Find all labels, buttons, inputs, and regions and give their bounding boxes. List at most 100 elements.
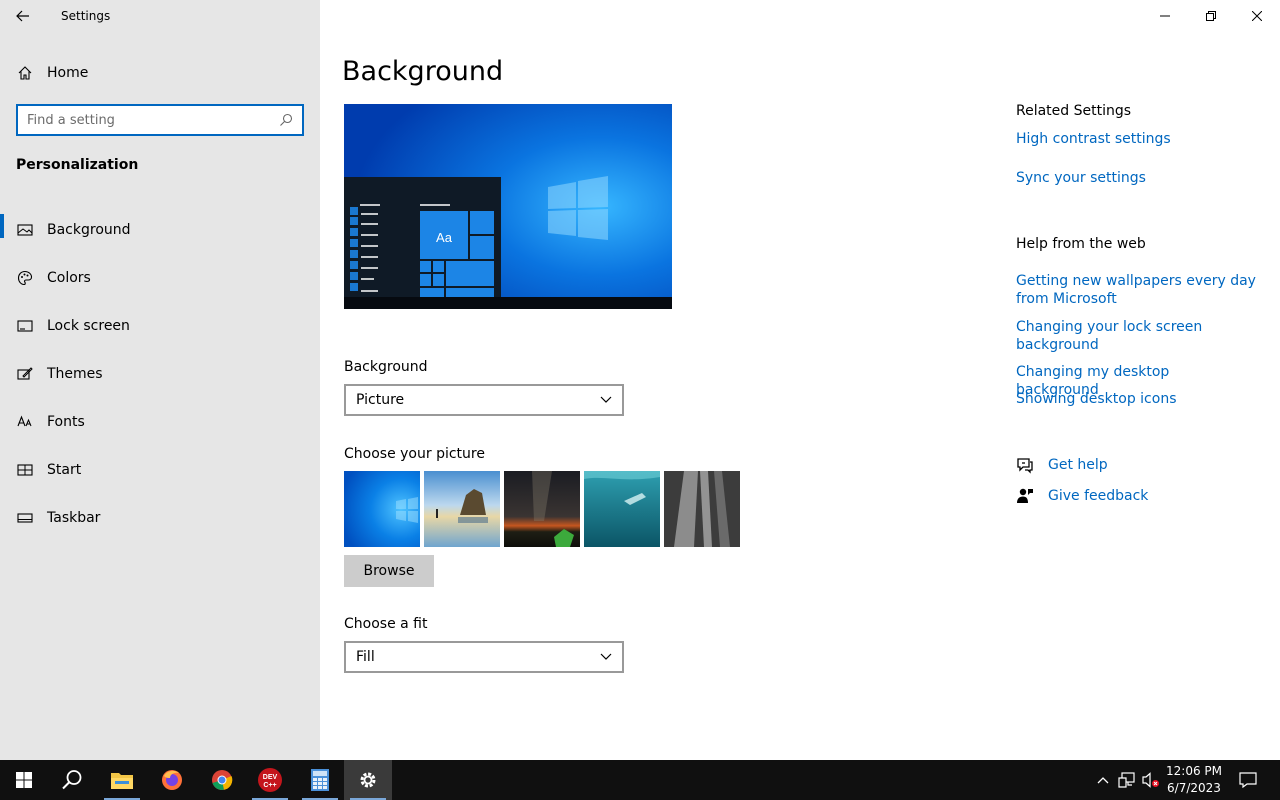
window-controls: [1142, 0, 1280, 32]
taskbar-dev-cpp[interactable]: DEV C++: [246, 760, 294, 800]
link-showing-desktop-icons[interactable]: Showing desktop icons: [1016, 390, 1256, 408]
network-tray-button[interactable]: [1116, 760, 1138, 800]
fit-dropdown[interactable]: Fill: [344, 641, 624, 673]
show-hidden-icons-button[interactable]: [1092, 760, 1114, 800]
svg-text:DEV: DEV: [263, 774, 278, 781]
taskbar: DEV C++ 12:06 PM 6/7/2023: [0, 760, 1280, 800]
close-icon: [1252, 11, 1262, 21]
get-help-label: Get help: [1048, 457, 1108, 473]
volume-tray-button[interactable]: [1140, 760, 1162, 800]
sidebar: Settings Home Personalization Background…: [0, 0, 320, 760]
sidebar-item-taskbar[interactable]: Taskbar: [0, 494, 320, 542]
search-icon: [62, 770, 82, 790]
link-changing-lock-screen-background[interactable]: Changing your lock screen background: [1016, 318, 1256, 354]
link-sync-your-settings[interactable]: Sync your settings: [1016, 169, 1256, 187]
preview-sample-text: Aa: [436, 230, 453, 245]
settings-gear-icon: [360, 772, 376, 788]
minimize-icon: [1160, 15, 1170, 17]
firefox-icon: [162, 770, 182, 790]
clock-date: 6/7/2023: [1167, 781, 1221, 795]
fonts-icon: [17, 415, 32, 427]
minimize-button[interactable]: [1142, 0, 1188, 32]
sidebar-item-label: Start: [47, 462, 82, 478]
picture-icon: [17, 224, 33, 236]
give-feedback-link[interactable]: Give feedback: [1016, 487, 1148, 505]
taskbar-calculator[interactable]: [296, 760, 344, 800]
get-help-icon: [1017, 458, 1033, 474]
sidebar-item-background[interactable]: Background: [0, 206, 320, 254]
related-settings-heading: Related Settings: [1016, 103, 1132, 119]
volume-muted-icon: [1142, 772, 1159, 788]
search-box[interactable]: [16, 104, 304, 136]
taskbar-clock[interactable]: 12:06 PM 6/7/2023: [1160, 760, 1228, 800]
taskbar-search-button[interactable]: [48, 760, 96, 800]
svg-text:C++: C++: [263, 782, 276, 789]
picture-thumbnail-night-sky[interactable]: [504, 471, 580, 547]
sidebar-item-label: Background: [47, 222, 131, 238]
link-getting-new-wallpapers[interactable]: Getting new wallpapers every day from Mi…: [1016, 272, 1256, 308]
taskbar-chrome[interactable]: [198, 760, 246, 800]
home-icon: [18, 66, 32, 80]
start-button[interactable]: [0, 760, 48, 800]
sidebar-item-colors[interactable]: Colors: [0, 254, 320, 302]
choose-fit-label: Choose a fit: [344, 616, 428, 632]
notifications-icon: [1239, 772, 1257, 788]
start-icon: [17, 464, 33, 476]
restore-icon: [1206, 11, 1216, 21]
picture-thumbnail-rock[interactable]: [664, 471, 740, 547]
browse-button[interactable]: Browse: [344, 555, 434, 587]
taskbar-firefox[interactable]: [148, 760, 196, 800]
sidebar-item-lock-screen[interactable]: Lock screen: [0, 302, 320, 350]
back-button[interactable]: [0, 0, 46, 32]
section-title: Personalization: [16, 157, 139, 173]
calculator-icon: [311, 769, 329, 791]
fit-dropdown-value: Fill: [356, 649, 375, 665]
sidebar-item-themes[interactable]: Themes: [0, 350, 320, 398]
sidebar-item-label: Taskbar: [47, 510, 101, 526]
background-dropdown[interactable]: Picture: [344, 384, 624, 416]
help-from-web-heading: Help from the web: [1016, 236, 1146, 252]
app-title: Settings: [61, 9, 111, 23]
dev-cpp-icon: DEVC++: [258, 768, 282, 792]
clock-time: 12:06 PM: [1166, 764, 1222, 778]
search-input[interactable]: [18, 106, 279, 134]
file-explorer-icon: [111, 773, 133, 789]
get-help-link[interactable]: Get help: [1016, 456, 1108, 474]
close-button[interactable]: [1234, 0, 1280, 32]
picture-thumbnail-beach[interactable]: [424, 471, 500, 547]
taskbar-icon: [17, 513, 33, 523]
picture-thumbnails: [344, 471, 744, 547]
chevron-down-icon: [600, 396, 612, 403]
network-icon: [1118, 772, 1135, 788]
picture-thumbnail-windows[interactable]: [344, 471, 420, 547]
background-label: Background: [344, 359, 428, 375]
chevron-down-icon: [600, 653, 612, 660]
sidebar-item-start[interactable]: Start: [0, 446, 320, 494]
give-feedback-label: Give feedback: [1048, 488, 1149, 504]
taskbar-file-explorer[interactable]: [98, 760, 146, 800]
choose-picture-label: Choose your picture: [344, 446, 485, 462]
desktop-preview: Aa: [344, 104, 672, 309]
sidebar-item-label: Lock screen: [47, 318, 130, 334]
chrome-icon: [212, 770, 233, 790]
title-bar: Settings: [0, 0, 320, 32]
feedback-icon: [1017, 488, 1033, 503]
picture-thumbnail-underwater[interactable]: [584, 471, 660, 547]
link-high-contrast-settings[interactable]: High contrast settings: [1016, 130, 1256, 148]
lock-screen-icon: [17, 320, 33, 332]
taskbar-settings[interactable]: [344, 760, 392, 800]
sidebar-item-fonts[interactable]: Fonts: [0, 398, 320, 446]
home-label: Home: [47, 65, 89, 81]
sidebar-item-home[interactable]: Home: [0, 56, 320, 90]
sidebar-nav: Background Colors Lock screen Themes Fon…: [0, 206, 320, 542]
page-title: Background: [342, 56, 504, 87]
background-dropdown-value: Picture: [356, 392, 405, 408]
sidebar-item-label: Colors: [47, 270, 91, 286]
settings-window: Settings Home Personalization Background…: [0, 0, 1280, 760]
search-icon: [280, 113, 293, 126]
themes-icon: [17, 367, 33, 380]
action-center-button[interactable]: [1230, 760, 1266, 800]
windows-start-icon: [16, 772, 32, 788]
chevron-up-icon: [1097, 777, 1109, 784]
restore-button[interactable]: [1188, 0, 1234, 32]
